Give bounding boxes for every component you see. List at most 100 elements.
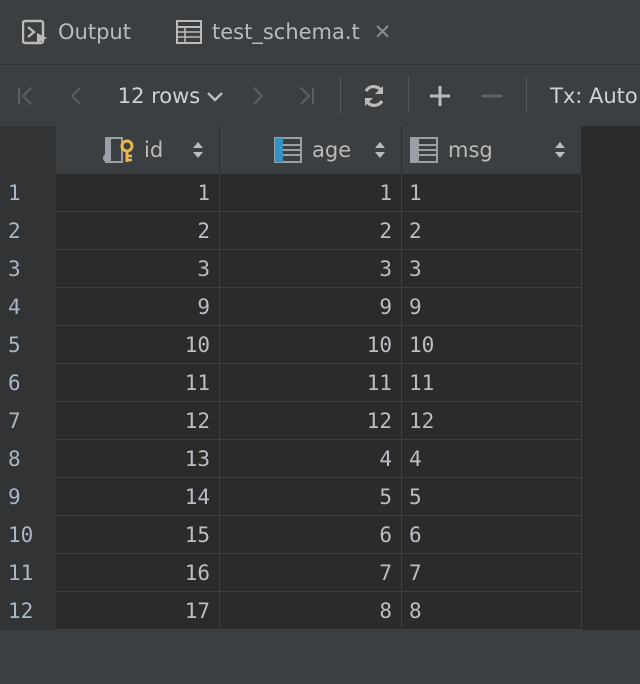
cell-age[interactable]: 9 — [220, 288, 402, 326]
grid-empty-area — [582, 126, 640, 684]
cell-id[interactable]: 2 — [56, 212, 220, 250]
cell-id[interactable]: 12 — [56, 402, 220, 440]
row-number[interactable]: 4 — [0, 288, 56, 326]
first-page-button[interactable] — [12, 65, 40, 127]
cell-id[interactable]: 15 — [56, 516, 220, 554]
cell-id[interactable]: 17 — [56, 592, 220, 630]
row-number[interactable]: 1 — [0, 174, 56, 212]
page-size-dropdown[interactable]: 12 rows — [112, 65, 230, 127]
delete-row-button[interactable] — [476, 65, 508, 127]
sort-icon[interactable] — [191, 139, 205, 161]
cell-msg[interactable]: 9 — [402, 288, 582, 326]
result-grid: id age msg 1 1 1 1 2 2 2 2 3 3 3 3 4 9 9… — [0, 126, 640, 684]
editor-tab-bar: Output test_schema.t ✕ — [0, 0, 640, 64]
row-number[interactable]: 9 — [0, 478, 56, 516]
table-row[interactable]: 222 — [56, 212, 582, 250]
add-row-button[interactable] — [424, 65, 456, 127]
sort-icon[interactable] — [373, 139, 387, 161]
cell-age[interactable]: 10 — [220, 326, 402, 364]
console-output-icon — [22, 19, 47, 45]
cell-msg[interactable]: 8 — [402, 592, 582, 630]
table-row[interactable]: 12 12 12 — [56, 402, 582, 440]
row-number[interactable]: 8 — [0, 440, 56, 478]
cell-id[interactable]: 11 — [56, 364, 220, 402]
table-row[interactable]: 14 5 5 — [56, 478, 582, 516]
row-number-header — [0, 126, 56, 174]
cell-age[interactable]: 6 — [220, 516, 402, 554]
table-row[interactable]: 999 — [56, 288, 582, 326]
tab-output-label: Output — [58, 20, 131, 44]
table-row[interactable]: 111 — [56, 174, 582, 212]
last-page-icon — [300, 87, 314, 105]
column-header-id[interactable]: id — [56, 126, 220, 174]
row-number[interactable]: 6 — [0, 364, 56, 402]
data-editor-toolbar: 12 rows Tx: Auto — [0, 64, 640, 126]
grid-empty-area-bottom — [0, 630, 640, 684]
indexed-column-icon — [274, 137, 302, 163]
tab-test-schema-label: test_schema.t — [212, 20, 360, 44]
row-number[interactable]: 2 — [0, 212, 56, 250]
cell-msg[interactable]: 3 — [402, 250, 582, 288]
chevron-right-icon — [253, 87, 264, 105]
cell-id[interactable]: 1 — [56, 174, 220, 212]
cell-id[interactable]: 9 — [56, 288, 220, 326]
row-number[interactable]: 12 — [0, 592, 56, 630]
table-row[interactable]: 11 11 11 — [56, 364, 582, 402]
table-row[interactable]: 13 4 4 — [56, 440, 582, 478]
cell-age[interactable]: 11 — [220, 364, 402, 402]
cell-msg[interactable]: 4 — [402, 440, 582, 478]
row-number[interactable]: 5 — [0, 326, 56, 364]
refresh-button[interactable] — [356, 65, 392, 127]
table-row[interactable]: 15 6 6 — [56, 516, 582, 554]
tab-output[interactable]: Output — [22, 0, 131, 64]
column-header-row: id age msg — [0, 126, 640, 174]
cell-msg[interactable]: 1 — [402, 174, 582, 212]
cell-msg[interactable]: 12 — [402, 402, 582, 440]
cell-id[interactable]: 16 — [56, 554, 220, 592]
row-number[interactable]: 3 — [0, 250, 56, 288]
cell-age[interactable]: 1 — [220, 174, 402, 212]
last-page-button[interactable] — [292, 65, 320, 127]
cell-age[interactable]: 8 — [220, 592, 402, 630]
cell-id[interactable]: 13 — [56, 440, 220, 478]
chevron-left-icon — [70, 87, 81, 105]
cell-msg[interactable]: 11 — [402, 364, 582, 402]
transaction-mode-dropdown[interactable]: Tx: Auto — [550, 65, 640, 127]
tab-test-schema[interactable]: test_schema.t ✕ — [176, 0, 391, 64]
rows-count-label: 12 rows — [117, 84, 201, 108]
cell-msg[interactable]: 10 — [402, 326, 582, 364]
cell-id[interactable]: 14 — [56, 478, 220, 516]
previous-page-button[interactable] — [62, 65, 90, 127]
cell-id[interactable]: 3 — [56, 250, 220, 288]
toolbar-separator — [408, 77, 409, 113]
table-row[interactable]: 17 8 8 — [56, 592, 582, 630]
cell-age[interactable]: 7 — [220, 554, 402, 592]
cell-msg[interactable]: 5 — [402, 478, 582, 516]
primary-key-column-icon — [103, 137, 134, 163]
sort-icon[interactable] — [553, 139, 567, 161]
cell-msg[interactable]: 7 — [402, 554, 582, 592]
close-icon[interactable]: ✕ — [374, 20, 392, 44]
table-icon — [176, 20, 202, 44]
cell-age[interactable]: 12 — [220, 402, 402, 440]
cell-msg[interactable]: 6 — [402, 516, 582, 554]
cell-age[interactable]: 4 — [220, 440, 402, 478]
column-header-msg[interactable]: msg — [402, 126, 582, 174]
row-number[interactable]: 10 — [0, 516, 56, 554]
next-page-button[interactable] — [244, 65, 272, 127]
column-name-msg: msg — [448, 138, 493, 162]
table-row[interactable]: 16 7 7 — [56, 554, 582, 592]
transaction-mode-label: Tx: Auto — [550, 84, 638, 108]
cell-msg[interactable]: 2 — [402, 212, 582, 250]
row-number[interactable]: 11 — [0, 554, 56, 592]
cell-id[interactable]: 10 — [56, 326, 220, 364]
toolbar-separator — [526, 77, 527, 113]
row-number[interactable]: 7 — [0, 402, 56, 440]
cell-age[interactable]: 3 — [220, 250, 402, 288]
toolbar-separator — [340, 77, 341, 113]
table-row[interactable]: 333 — [56, 250, 582, 288]
table-row[interactable]: 10 10 10 — [56, 326, 582, 364]
column-header-age[interactable]: age — [220, 126, 402, 174]
cell-age[interactable]: 5 — [220, 478, 402, 516]
cell-age[interactable]: 2 — [220, 212, 402, 250]
